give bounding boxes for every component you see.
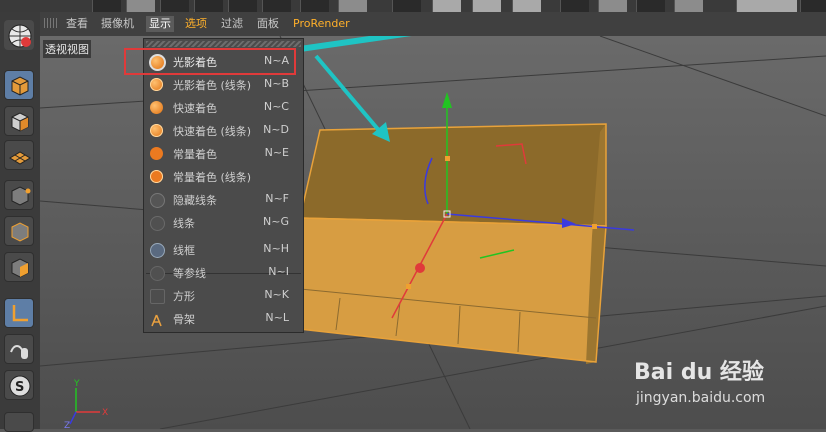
play-button[interactable] bbox=[432, 0, 461, 12]
dropdown-tear-off-strip[interactable] bbox=[146, 41, 301, 47]
menu-item-box[interactable]: 方形 N~K bbox=[144, 284, 303, 307]
play-button[interactable] bbox=[472, 0, 501, 12]
constant-shade-sphere-icon bbox=[150, 147, 163, 160]
toolbar-tool-button[interactable] bbox=[160, 0, 189, 12]
toolbar-tool-button[interactable] bbox=[194, 0, 223, 12]
menu-panel[interactable]: 面板 bbox=[257, 16, 279, 32]
shaded-lines-sphere-icon bbox=[150, 78, 163, 91]
display-menu-dropdown: 光影着色 N~A 光影着色 (线条) N~B 快速着色 N~C 快速着色 (线条… bbox=[143, 38, 304, 333]
brush-icon[interactable] bbox=[4, 412, 34, 432]
isoparm-sphere-icon bbox=[150, 266, 165, 281]
grid-plane-icon[interactable] bbox=[4, 140, 34, 170]
watermark-url: jingyan.baidu.com bbox=[636, 390, 766, 406]
menu-item-wireframe[interactable]: 线框 N~H bbox=[144, 238, 303, 261]
top-toolbar bbox=[0, 0, 826, 12]
globe-icon[interactable] bbox=[4, 20, 34, 50]
cube-tool-icon[interactable] bbox=[4, 70, 34, 100]
box-icon bbox=[150, 289, 165, 304]
edges-mode-icon[interactable] bbox=[4, 216, 34, 246]
menu-item-lines[interactable]: 线条 N~G bbox=[144, 211, 303, 234]
toolbar-tool-button[interactable] bbox=[262, 0, 291, 12]
menu-filter[interactable]: 过滤 bbox=[221, 16, 243, 32]
menu-prorender[interactable]: ProRender bbox=[293, 16, 350, 32]
toolbar-tool-button[interactable] bbox=[674, 0, 703, 12]
quick-shade-sphere-icon bbox=[150, 101, 163, 114]
axis-y-label: Y bbox=[73, 379, 80, 389]
menu-item-quick-shading[interactable]: 快速着色 N~C bbox=[144, 96, 303, 119]
baidu-jingyan-logo: Bai du 经验 bbox=[634, 360, 764, 385]
menu-item-constant-shading-lines[interactable]: 常量着色 (线条) bbox=[144, 165, 303, 188]
menu-item-isoparms[interactable]: 等参线 N~I bbox=[144, 261, 303, 284]
box-object[interactable] bbox=[271, 123, 607, 364]
hidden-line-sphere-icon bbox=[150, 193, 165, 208]
toolbar-tool-button[interactable] bbox=[392, 0, 421, 12]
points-mode-icon[interactable] bbox=[4, 180, 34, 210]
toolbar-tool-button[interactable] bbox=[126, 0, 155, 12]
toolbar-tool-button[interactable] bbox=[560, 0, 589, 12]
play-button[interactable] bbox=[512, 0, 541, 12]
viewport-title: 透视视图 bbox=[43, 40, 91, 58]
left-toolbar: S bbox=[0, 12, 41, 432]
quick-shade-lines-sphere-icon bbox=[150, 124, 163, 137]
wireframe-sphere-icon bbox=[150, 243, 165, 258]
snap-icon[interactable]: S bbox=[4, 370, 34, 400]
annotation-highlight-box bbox=[124, 48, 296, 75]
menu-item-quick-shading-lines[interactable]: 快速着色 (线条) N~D bbox=[144, 119, 303, 142]
toolbar-tool-button[interactable] bbox=[338, 0, 367, 12]
polygons-mode-icon[interactable] bbox=[4, 252, 34, 282]
skeleton-icon bbox=[150, 312, 163, 327]
toolbar-tool-button[interactable] bbox=[636, 0, 665, 12]
menubar-grip[interactable] bbox=[44, 18, 58, 28]
menu-view[interactable]: 查看 bbox=[66, 16, 88, 32]
toolbar-tool-button[interactable] bbox=[598, 0, 627, 12]
menu-display[interactable]: 显示 bbox=[146, 16, 174, 32]
axis-z-label: Z bbox=[64, 421, 70, 429]
toolbar-tool-button[interactable] bbox=[300, 0, 329, 12]
toolbar-tool-button[interactable] bbox=[800, 0, 826, 12]
toolbar-tool-button[interactable] bbox=[92, 0, 121, 12]
svg-text:S: S bbox=[15, 380, 24, 395]
menu-cameras[interactable]: 摄像机 bbox=[101, 16, 134, 32]
menu-item-hidden-line[interactable]: 隐藏线条 N~F bbox=[144, 188, 303, 211]
tweak-mode-icon[interactable] bbox=[4, 334, 34, 364]
menu-item-skeleton[interactable]: 骨架 N~L bbox=[144, 307, 303, 330]
toolbar-tool-button[interactable] bbox=[228, 0, 257, 12]
constant-shade-lines-sphere-icon bbox=[150, 170, 163, 183]
menu-item-constant-shading[interactable]: 常量着色 N~E bbox=[144, 142, 303, 165]
axis-x-label: X bbox=[102, 408, 108, 418]
toolbar-tool-button[interactable] bbox=[736, 0, 797, 12]
menu-options[interactable]: 选项 bbox=[185, 16, 207, 32]
axis-tool-icon[interactable] bbox=[4, 298, 34, 328]
menu-item-gouraud-shading-lines[interactable]: 光影着色 (线条) N~B bbox=[144, 73, 303, 96]
texture-cube-icon[interactable] bbox=[4, 106, 34, 136]
lines-sphere-icon bbox=[150, 216, 165, 231]
